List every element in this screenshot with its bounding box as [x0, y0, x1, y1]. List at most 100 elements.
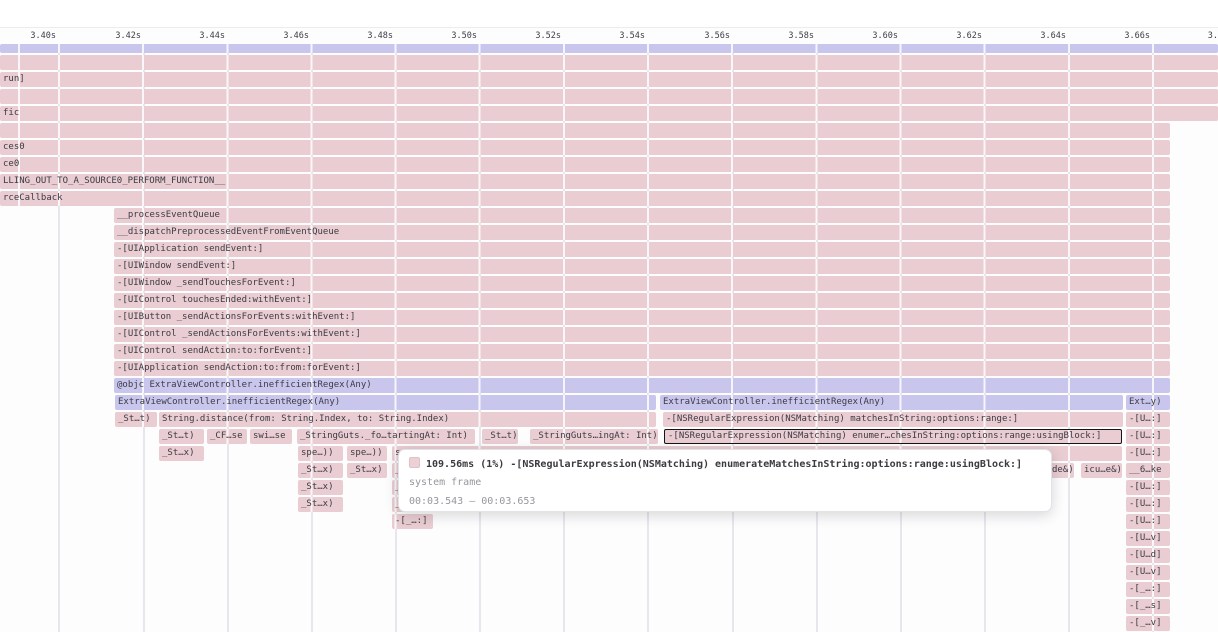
flame-box[interactable]: @objc ExtraViewController.inefficientReg…: [114, 378, 1170, 393]
flame-box-label: -[U…v]: [1126, 531, 1170, 546]
flame-box[interactable]: -[U…d]: [1126, 548, 1170, 563]
flame-box[interactable]: -[UIApplication sendEvent:]: [114, 242, 1170, 257]
flame-box[interactable]: -[U…:]: [1126, 412, 1170, 427]
flame-box-label: _St…t): [482, 429, 518, 444]
flame-box-label: __dispatchPreprocessedEventFromEventQueu…: [114, 225, 1170, 240]
flame-box-label: _St…x): [159, 446, 204, 461]
flame-box[interactable]: __6…ke: [1126, 463, 1170, 478]
flame-box-label: -[UIWindow _sendTouchesForEvent:]: [114, 276, 1170, 291]
flame-box[interactable]: _St…x): [298, 497, 343, 512]
ruler-tick-label: 3.48s: [351, 28, 393, 44]
flame-box[interactable]: -[U…:]: [1126, 514, 1170, 529]
flame-box[interactable]: String.distance(from: String.Index, to: …: [159, 412, 656, 427]
instruments-flame-chart-view: 3.40s3.42s3.44s3.46s3.48s3.50s3.52s3.54s…: [0, 0, 1218, 632]
flame-box-selected[interactable]: -[NSRegularExpression(NSMatching) enumer…: [664, 429, 1122, 444]
flame-box[interactable]: -[UIApplication sendAction:to:from:forEv…: [114, 361, 1170, 376]
flame-box[interactable]: -[U…v]: [1126, 565, 1170, 580]
flame-box[interactable]: _St…t): [115, 412, 157, 427]
flame-box[interactable]: _StringGuts…ingAt: Int): [530, 429, 658, 444]
flame-box[interactable]: -[_…s]: [1126, 599, 1170, 614]
flame-box[interactable]: -[UIButton _sendActionsForEvents:withEve…: [114, 310, 1170, 325]
flame-box-label: -[_…:]: [1126, 582, 1170, 597]
ruler-tick-label: 3.66s: [1108, 28, 1150, 44]
flame-box[interactable]: -[_…v]: [1126, 616, 1170, 631]
flame-box-label: _StringGuts…ingAt: Int): [530, 429, 658, 444]
flame-box[interactable]: _St…x): [298, 480, 343, 495]
flame-box[interactable]: [0, 55, 1218, 70]
flame-box[interactable]: LLING_OUT_TO_A_SOURCE0_PERFORM_FUNCTION_…: [0, 174, 1170, 189]
flame-box[interactable]: _CF…se: [207, 429, 247, 444]
flame-box-label: _St…t): [115, 412, 157, 427]
flame-box-label: -[_…:]: [392, 514, 433, 529]
ruler-tick-label: 3.50s: [435, 28, 477, 44]
flame-box-label: _CF…se: [207, 429, 247, 444]
flame-box-label: -[U…:]: [1126, 497, 1170, 512]
flame-box-label: rceCallback: [0, 191, 1170, 206]
flame-box[interactable]: -[U…:]: [1126, 429, 1170, 444]
flame-box-label: -[U…:]: [1126, 514, 1170, 529]
flame-box[interactable]: [0, 123, 1170, 138]
flame-box[interactable]: -[_…:]: [1126, 582, 1170, 597]
flame-box-label: spe…)): [298, 446, 343, 461]
flame-box-label: ce0: [0, 157, 1170, 172]
ruler-tick-label-partial: 3.: [1176, 28, 1218, 44]
flame-box[interactable]: -[UIControl touchesEnded:withEvent:]: [114, 293, 1170, 308]
flame-box[interactable]: swi…se: [250, 429, 292, 444]
flame-box[interactable]: _St…t): [482, 429, 518, 444]
flame-box-label: -[U…:]: [1126, 446, 1170, 461]
flame-box[interactable]: -[UIWindow _sendTouchesForEvent:]: [114, 276, 1170, 291]
ruler-tick-label: 3.64s: [1024, 28, 1066, 44]
flame-box[interactable]: -[UIControl sendAction:to:forEvent:]: [114, 344, 1170, 359]
flame-box-label: -[U…v]: [1126, 565, 1170, 580]
flame-box[interactable]: run]: [0, 72, 1218, 87]
flame-box[interactable]: -[UIWindow sendEvent:]: [114, 259, 1170, 274]
ruler-tick-label: 3.52s: [519, 28, 561, 44]
flame-box[interactable]: _StringGuts._fo…tartingAt: Int): [297, 429, 475, 444]
flame-box[interactable]: _St…t): [159, 429, 204, 444]
flame-box[interactable]: -[U…v]: [1126, 531, 1170, 546]
flame-box[interactable]: _St…x): [347, 463, 387, 478]
flame-box[interactable]: _St…x): [159, 446, 204, 461]
flame-box[interactable]: -[UIControl _sendActionsForEvents:withEv…: [114, 327, 1170, 342]
flame-box[interactable]: __dispatchPreprocessedEventFromEventQueu…: [114, 225, 1170, 240]
flame-box[interactable]: [0, 89, 1218, 104]
ruler-tick-label: 3.44s: [183, 28, 225, 44]
ruler-tick-label: 3.58s: [772, 28, 814, 44]
tooltip: 109.56ms (1%) -[NSRegularExpression(NSMa…: [398, 449, 1052, 512]
flame-box[interactable]: [0, 44, 1218, 53]
flame-box[interactable]: ExtraViewController.inefficientRegex(Any…: [115, 395, 656, 410]
flame-box[interactable]: icu…e&): [1081, 463, 1122, 478]
flame-box[interactable]: de&): [1049, 463, 1074, 478]
flame-box[interactable]: spe…)): [298, 446, 343, 461]
flame-box[interactable]: -[NSRegularExpression(NSMatching) matche…: [663, 412, 1123, 427]
flame-box[interactable]: -[_…:]: [392, 514, 433, 529]
flame-box[interactable]: -[U…:]: [1126, 446, 1170, 461]
flame-box[interactable]: -[U…:]: [1126, 497, 1170, 512]
flame-box-label: _St…x): [298, 497, 343, 512]
ruler-tick-label: 3.56s: [688, 28, 730, 44]
flame-box[interactable]: spe…)): [347, 446, 387, 461]
flame-box-label: String.distance(from: String.Index, to: …: [159, 412, 656, 427]
time-ruler[interactable]: 3.40s3.42s3.44s3.46s3.48s3.50s3.52s3.54s…: [0, 28, 1218, 44]
flame-box-label: -[UIApplication sendEvent:]: [114, 242, 1170, 257]
flame-box-label: -[UIWindow sendEvent:]: [114, 259, 1170, 274]
flame-box[interactable]: fic: [0, 106, 1218, 121]
flame-box-label: run]: [0, 72, 1218, 87]
flame-box-label: ExtraViewController.inefficientRegex(Any…: [660, 395, 1123, 410]
flame-box[interactable]: rceCallback: [0, 191, 1170, 206]
flame-box[interactable]: ces0: [0, 140, 1170, 155]
ruler-tick-label: 3.62s: [940, 28, 982, 44]
flame-box[interactable]: ExtraViewController.inefficientRegex(Any…: [660, 395, 1123, 410]
flame-box[interactable]: -[U…:]: [1126, 480, 1170, 495]
flame-box-label: ces0: [0, 140, 1170, 155]
flame-box-label: __6…ke: [1126, 463, 1170, 478]
flame-box-label: ExtraViewController.inefficientRegex(Any…: [115, 395, 656, 410]
flame-box[interactable]: Ext…y): [1126, 395, 1170, 410]
flame-box-label: _StringGuts._fo…tartingAt: Int): [297, 429, 475, 444]
flame-box-label: de&): [1049, 463, 1074, 478]
flame-box[interactable]: ce0: [0, 157, 1170, 172]
flame-box[interactable]: _St…x): [298, 463, 343, 478]
flame-box[interactable]: __processEventQueue: [114, 208, 1170, 223]
ruler-tick-label: 3.42s: [99, 28, 141, 44]
flame-box-label: -[UIButton _sendActionsForEvents:withEve…: [114, 310, 1170, 325]
